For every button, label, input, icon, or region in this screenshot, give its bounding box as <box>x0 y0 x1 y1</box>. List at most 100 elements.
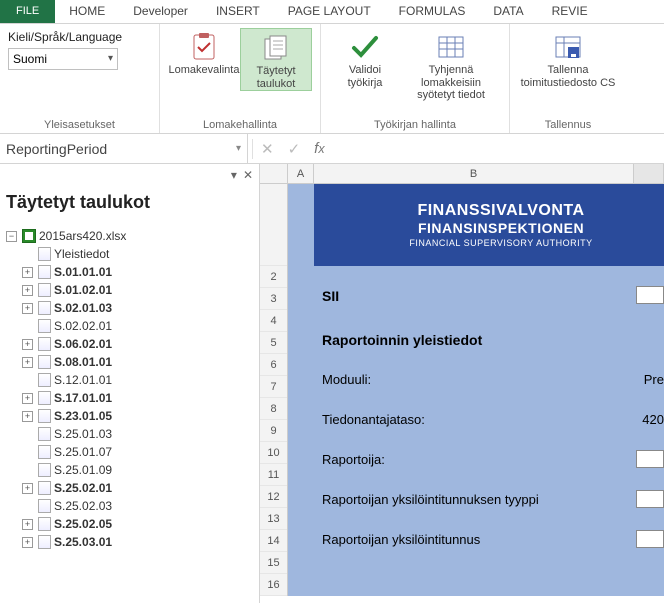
tree-item[interactable]: S.02.02.01 <box>22 317 253 335</box>
name-box-value: ReportingPeriod <box>6 141 107 157</box>
sheet-icon <box>38 517 51 531</box>
tree-item[interactable]: Yleistiedot <box>22 245 253 263</box>
language-value: Suomi <box>13 52 47 66</box>
sheet-icon <box>38 319 51 333</box>
filled-tables-label: Täytetyt taulukot <box>256 65 295 90</box>
sheet-icon <box>38 265 51 279</box>
row-header[interactable]: 10 <box>260 442 287 464</box>
sii-label: SII <box>322 288 339 304</box>
tab-review[interactable]: REVIE <box>538 0 602 23</box>
expand-icon[interactable]: + <box>22 519 33 530</box>
col-header-a[interactable]: A <box>288 164 314 183</box>
tree-item-label: S.25.02.01 <box>54 479 112 497</box>
tree-item[interactable]: +S.17.01.01 <box>22 389 253 407</box>
row-header[interactable]: 16 <box>260 574 287 596</box>
tree-item[interactable]: +S.25.02.05 <box>22 515 253 533</box>
row-header[interactable] <box>260 184 287 266</box>
tree-item[interactable]: S.25.02.03 <box>22 497 253 515</box>
table-icon <box>434 32 468 62</box>
row-header[interactable]: 11 <box>260 464 287 486</box>
name-box[interactable]: ReportingPeriod ▾ <box>0 134 248 163</box>
row-header[interactable]: 15 <box>260 552 287 574</box>
row-header[interactable]: 14 <box>260 530 287 552</box>
brand-header: FINANSSIVALVONTA FINANSINSPEKTIONEN FINA… <box>314 184 664 266</box>
task-pane: ▾ ✕ Täytetyt taulukot − 2015ars420.xlsx … <box>0 164 260 603</box>
tab-data[interactable]: DATA <box>479 0 537 23</box>
fx-icon[interactable]: fx <box>314 140 324 157</box>
row-header[interactable]: 5 <box>260 332 287 354</box>
tree-item[interactable]: S.12.01.01 <box>22 371 253 389</box>
tree-item[interactable]: S.25.01.07 <box>22 443 253 461</box>
tree-item[interactable]: +S.01.02.01 <box>22 281 253 299</box>
tab-developer[interactable]: Developer <box>119 0 202 23</box>
row-header[interactable]: 6 <box>260 354 287 376</box>
chevron-down-icon: ▾ <box>236 143 241 154</box>
row-header[interactable]: 2 <box>260 266 287 288</box>
row-header[interactable]: 3 <box>260 288 287 310</box>
row-header[interactable]: 8 <box>260 398 287 420</box>
row-header[interactable]: 13 <box>260 508 287 530</box>
tree-item[interactable]: +S.08.01.01 <box>22 353 253 371</box>
expand-icon[interactable]: + <box>22 537 33 548</box>
tab-file[interactable]: FILE <box>0 0 55 23</box>
field-input[interactable] <box>636 530 664 548</box>
cells[interactable]: FINANSSIVALVONTA FINANSINSPEKTIONEN FINA… <box>288 184 664 596</box>
tree-item-label: S.02.02.01 <box>54 317 112 335</box>
expand-icon[interactable]: + <box>22 339 33 350</box>
cancel-icon[interactable]: ✕ <box>261 140 274 158</box>
row-header[interactable]: 9 <box>260 420 287 442</box>
expand-icon[interactable]: + <box>22 393 33 404</box>
close-icon[interactable]: ✕ <box>243 168 253 182</box>
field-input[interactable] <box>636 450 664 468</box>
ribbon-group-label-forms: Lomakehallinta <box>168 119 312 131</box>
tab-page-layout[interactable]: PAGE LAYOUT <box>274 0 385 23</box>
expand-icon[interactable]: + <box>22 411 33 422</box>
sheet-icon <box>38 355 51 369</box>
enter-icon[interactable]: ✓ <box>288 140 301 158</box>
filled-tables-button[interactable]: Täytetyt taulukot <box>240 28 312 91</box>
tree-item[interactable]: +S.25.03.01 <box>22 533 253 551</box>
col-header-c[interactable] <box>634 164 664 183</box>
clear-button[interactable]: Tyhjennä lomakkeisiin syötetyt tiedot <box>401 28 501 102</box>
validate-button[interactable]: Validoi työkirja <box>329 28 401 102</box>
expand-icon[interactable]: + <box>22 285 33 296</box>
select-all-corner[interactable] <box>260 164 288 183</box>
tree-item[interactable]: + S.23.01.05 <box>22 407 253 425</box>
pane-title: Täytetyt taulukot <box>6 192 253 213</box>
sheet-icon <box>38 499 51 513</box>
tree-item-label: S.25.01.07 <box>54 443 112 461</box>
tree-item[interactable]: +S.06.02.01 <box>22 335 253 353</box>
tree-item-label: S.23.01.05 <box>54 407 112 425</box>
expand-icon[interactable]: + <box>22 357 33 368</box>
tab-insert[interactable]: INSERT <box>202 0 274 23</box>
tab-formulas[interactable]: FORMULAS <box>385 0 480 23</box>
tree-item[interactable]: +S.02.01.03 <box>22 299 253 317</box>
tree-item[interactable]: S.25.01.09 <box>22 461 253 479</box>
field-input[interactable] <box>636 490 664 508</box>
tab-home[interactable]: HOME <box>55 0 119 23</box>
row-header[interactable]: 4 <box>260 310 287 332</box>
expand-icon[interactable]: + <box>22 483 33 494</box>
save-file-label: Tallenna toimitustiedosto CS <box>521 64 616 89</box>
row-header[interactable]: 12 <box>260 486 287 508</box>
sheet-icon <box>38 535 51 549</box>
tree-item[interactable]: S.25.01.03 <box>22 425 253 443</box>
tree-item[interactable]: +S.01.01.01 <box>22 263 253 281</box>
save-file-button[interactable]: Tallenna toimitustiedosto CS <box>518 28 618 89</box>
collapse-icon[interactable]: − <box>6 231 17 242</box>
tree-spacer <box>22 249 33 260</box>
tree-root[interactable]: − 2015ars420.xlsx <box>6 227 253 245</box>
expand-icon[interactable]: + <box>22 267 33 278</box>
tree-item[interactable]: + S.25.02.01 <box>22 479 253 497</box>
row-header[interactable]: 7 <box>260 376 287 398</box>
brand-line3: FINANCIAL SUPERVISORY AUTHORITY <box>409 238 592 248</box>
col-header-b[interactable]: B <box>314 164 634 183</box>
form-select-button[interactable]: Lomakevalinta <box>168 28 240 91</box>
tree-spacer <box>22 447 33 458</box>
sii-input[interactable] <box>636 286 664 304</box>
ribbon: Kieli/Språk/Language Suomi ▾ Yleisasetuk… <box>0 24 664 134</box>
pane-menu-icon[interactable]: ▾ <box>231 168 237 182</box>
brand-line1: FINANSSIVALVONTA <box>417 202 584 220</box>
expand-icon[interactable]: + <box>22 303 33 314</box>
language-select[interactable]: Suomi ▾ <box>8 48 118 70</box>
